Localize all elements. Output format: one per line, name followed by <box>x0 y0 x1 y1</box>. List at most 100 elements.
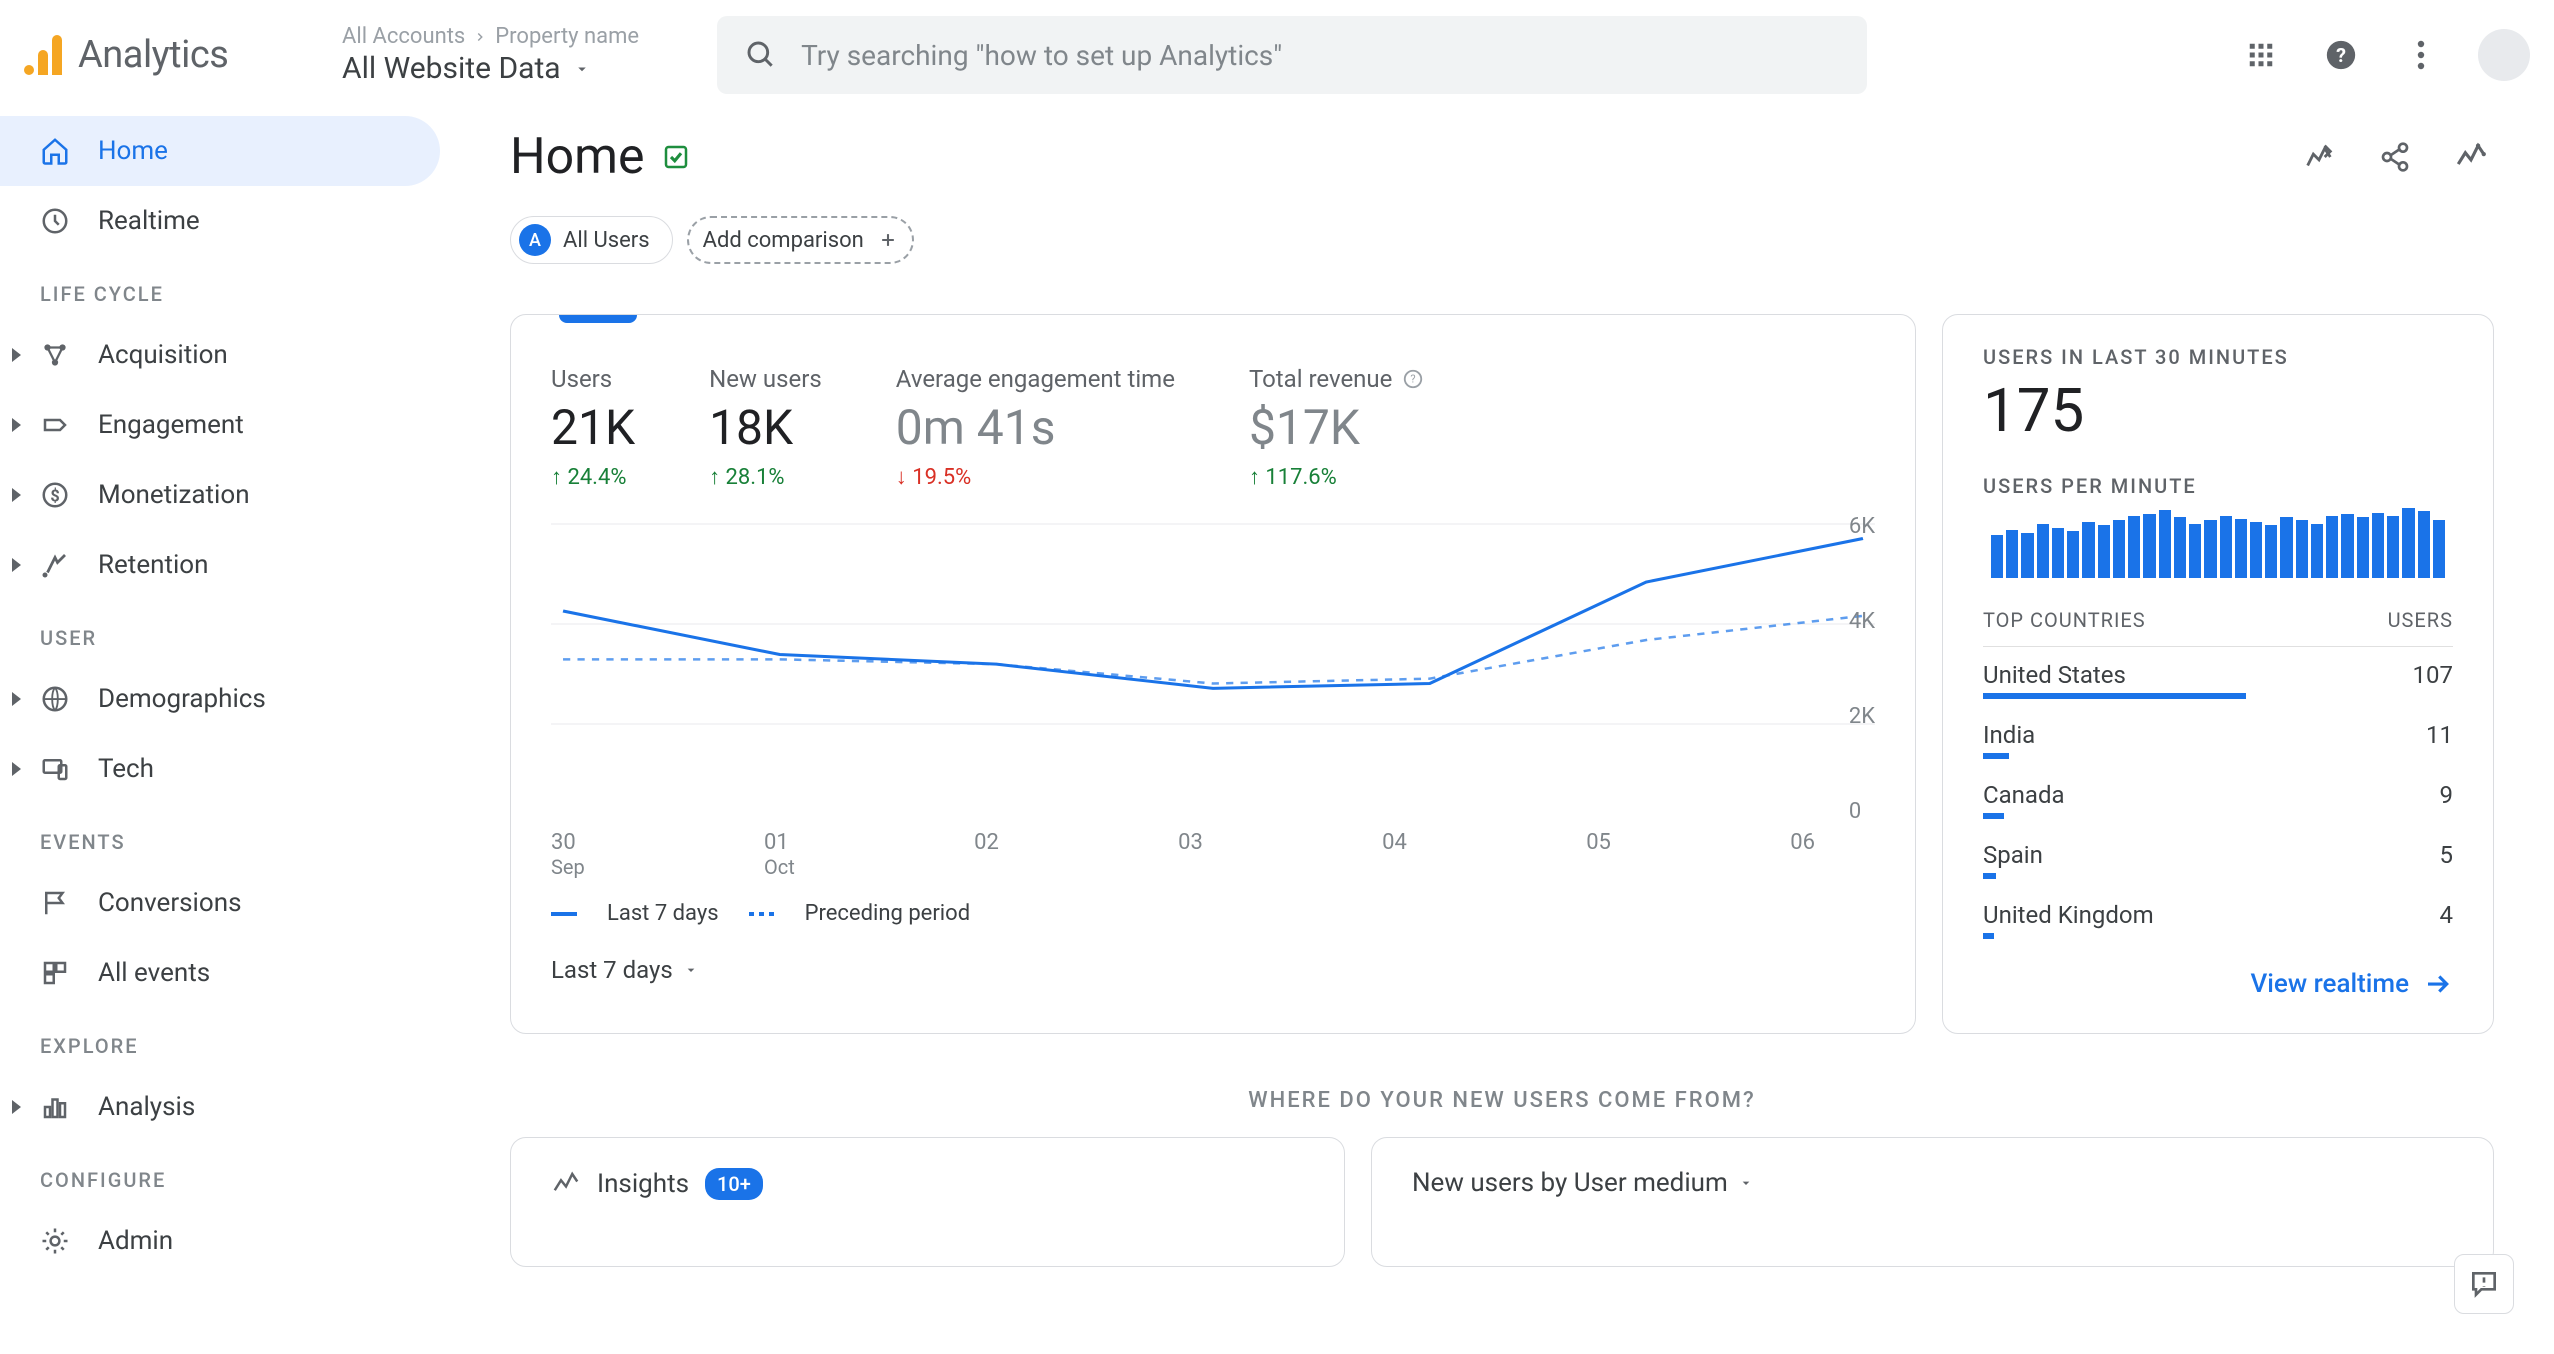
nav-monetization[interactable]: $ Monetization <box>0 460 450 530</box>
date-range-selector[interactable]: Last 7 days <box>551 956 1875 984</box>
help-icon[interactable]: ? <box>2318 32 2364 78</box>
engagement-icon <box>38 408 72 442</box>
users-trend-chart[interactable]: 6K4K2K0 <box>551 514 1875 824</box>
analysis-icon <box>38 1090 72 1124</box>
product-logo-block[interactable]: Analytics <box>24 33 324 77</box>
metric-label: Users <box>551 365 635 393</box>
nav-retention[interactable]: Retention <box>0 530 450 600</box>
more-vert-icon[interactable] <box>2398 32 2444 78</box>
help-icon[interactable]: ? <box>1402 368 1424 390</box>
country-name: Canada <box>1983 781 2065 809</box>
metric-tab[interactable]: Users 21K ↑ 24.4% <box>551 365 635 490</box>
events-icon <box>38 956 72 990</box>
country-bar <box>1983 753 2009 759</box>
nav-conversions[interactable]: Conversions <box>0 868 450 938</box>
svg-text:$: $ <box>50 486 59 505</box>
caret-down-icon <box>573 60 591 78</box>
country-row[interactable]: United Kingdom 4 <box>1983 887 2453 933</box>
country-bar <box>1983 813 2004 819</box>
insights-card[interactable]: Insights 10+ <box>510 1137 1345 1267</box>
nav-label: Engagement <box>98 410 244 440</box>
spark-bar <box>2357 517 2369 578</box>
nav-section-configure: CONFIGURE <box>0 1142 450 1206</box>
nav-admin[interactable]: Admin <box>0 1206 450 1276</box>
share-icon[interactable] <box>2372 134 2418 180</box>
country-row[interactable]: United States 107 <box>1983 647 2453 693</box>
nav-acquisition[interactable]: Acquisition <box>0 320 450 390</box>
metric-tab-indicator <box>559 315 637 323</box>
insights-label: Insights <box>597 1169 689 1199</box>
devices-icon <box>38 752 72 786</box>
nav-engagement[interactable]: Engagement <box>0 390 450 460</box>
search-placeholder: Try searching "how to set up Analytics" <box>801 39 1282 72</box>
account-selector[interactable]: All Accounts Property name All Website D… <box>342 24 639 86</box>
country-name: India <box>1983 721 2035 749</box>
spark-bar <box>2235 519 2247 578</box>
country-row[interactable]: India 11 <box>1983 707 2453 753</box>
feedback-button[interactable] <box>2454 1254 2514 1314</box>
nav-label: Acquisition <box>98 340 228 370</box>
search-input[interactable]: Try searching "how to set up Analytics" <box>717 16 1867 94</box>
metric-delta: ↑ 24.4% <box>551 464 635 490</box>
top-countries-header: TOP COUNTRIES <box>1983 608 2146 632</box>
users-per-minute-chart <box>1983 508 2453 578</box>
apps-icon[interactable] <box>2238 32 2284 78</box>
country-name: United States <box>1983 661 2126 689</box>
insights-icon[interactable] <box>2448 134 2494 180</box>
spark-bar <box>2296 520 2308 578</box>
legend-label: Preceding period <box>805 901 970 926</box>
x-tick: 05 <box>1586 830 1611 879</box>
realtime-per-minute-label: USERS PER MINUTE <box>1983 474 2453 498</box>
y-tick: 2K <box>1849 704 1875 729</box>
nav-demographics[interactable]: Demographics <box>0 664 450 734</box>
segment-chip-all-users[interactable]: A All Users <box>510 216 673 264</box>
metric-tab[interactable]: New users 18K ↑ 28.1% <box>709 365 822 490</box>
spark-bar <box>2204 520 2216 578</box>
metric-label: Average engagement time <box>896 365 1175 393</box>
metric-tab[interactable]: Average engagement time 0m 41s ↓ 19.5% <box>896 365 1175 490</box>
add-comparison-button[interactable]: Add comparison <box>687 216 914 264</box>
acquisition-icon <box>38 338 72 372</box>
metric-value: 18K <box>709 399 822 456</box>
clock-icon <box>38 204 72 238</box>
spark-bar <box>2174 517 2186 578</box>
view-realtime-label: View realtime <box>2251 969 2409 999</box>
nav-analysis[interactable]: Analysis <box>0 1072 450 1142</box>
main-content: Home A All Users Add comparison <box>450 110 2554 1354</box>
globe-icon <box>38 682 72 716</box>
app-header: Analytics All Accounts Property name All… <box>0 0 2554 110</box>
view-realtime-link[interactable]: View realtime <box>1983 969 2453 999</box>
spark-bar <box>2265 525 2277 578</box>
legend-label: Last 7 days <box>607 901 719 926</box>
metric-value: 21K <box>551 399 635 456</box>
breadcrumb-property: Property name <box>495 24 639 49</box>
country-name: Spain <box>1983 841 2043 869</box>
nav-all-events[interactable]: All events <box>0 938 450 1008</box>
add-comparison-label: Add comparison <box>703 228 864 253</box>
spark-bar <box>2067 531 2079 578</box>
monetization-icon: $ <box>38 478 72 512</box>
country-bar <box>1983 693 2246 699</box>
nav-label: Admin <box>98 1226 173 1256</box>
customize-report-icon[interactable] <box>2296 134 2342 180</box>
spark-bar <box>2280 517 2292 578</box>
spark-bar <box>2311 524 2323 578</box>
nav-label: Tech <box>98 754 154 784</box>
section-title-new-users: WHERE DO YOUR NEW USERS COME FROM? <box>510 1088 2494 1113</box>
spark-bar <box>1991 535 2003 578</box>
new-users-dimension-selector[interactable]: New users by User medium <box>1412 1168 2453 1198</box>
country-row[interactable]: Spain 5 <box>1983 827 2453 873</box>
nav-realtime[interactable]: Realtime <box>0 186 450 256</box>
country-name: United Kingdom <box>1983 901 2154 929</box>
country-users: 11 <box>2426 721 2453 749</box>
breadcrumb-view: All Website Data <box>342 51 561 86</box>
metric-label: New users <box>709 365 822 393</box>
realtime-30-value: 175 <box>1983 375 2453 446</box>
nav-section-explore: EXPLORE <box>0 1008 450 1072</box>
metric-tab[interactable]: Total revenue? $17K ↑ 117.6% <box>1249 365 1424 490</box>
nav-tech[interactable]: Tech <box>0 734 450 804</box>
nav-label: Retention <box>98 550 208 580</box>
avatar[interactable] <box>2478 29 2530 81</box>
nav-home[interactable]: Home <box>0 116 440 186</box>
country-row[interactable]: Canada 9 <box>1983 767 2453 813</box>
